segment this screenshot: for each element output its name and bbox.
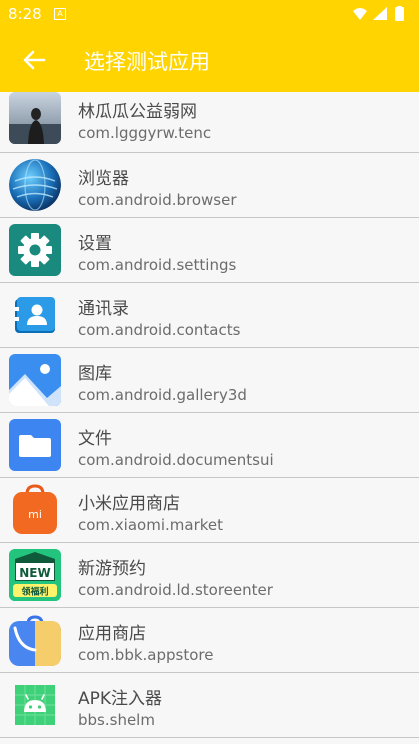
app-name: 浏览器 [78,169,129,189]
app-list-item[interactable]: 通讯录 com.android.contacts [0,283,419,348]
browser-globe-icon [9,159,61,211]
mi-bag-icon: mi [9,484,61,536]
folder-icon [9,419,61,471]
new-badge-icon: NEW 领福利 [9,549,61,601]
app-package: com.bbk.appstore [78,646,214,664]
app-list-item[interactable]: NEW 领福利 新游预约 com.android.ld.storeenter [0,543,419,608]
app-package: com.lgggyrw.tenc [78,124,212,142]
app-name: 小米应用商店 [78,494,180,514]
app-name: 通讯录 [78,299,129,319]
app-bar: 选择测试应用 [0,28,419,92]
app-name: 图库 [78,364,112,384]
photo-icon [9,92,61,144]
new-badge-text: NEW [19,566,50,580]
notification-a-icon: A [54,8,66,20]
app-package: com.xiaomi.market [78,516,223,534]
gallery-icon [9,354,61,406]
back-arrow-icon[interactable] [20,46,48,74]
app-package: com.android.documentsui [78,451,274,469]
appstore-bag-icon [9,614,61,666]
app-list-item[interactable]: APK注入器 bbs.shelm [0,673,419,738]
app-list-item[interactable]: 应用商店 com.bbk.appstore [0,608,419,673]
contacts-icon [9,289,61,341]
new-badge-subtext: 领福利 [21,586,48,598]
app-package: bbs.shelm [78,711,155,729]
app-package: com.android.browser [78,191,237,209]
page-title: 选择测试应用 [84,50,210,74]
mi-logo-text: mi [28,508,42,521]
app-name: 林瓜瓜公益弱网 [78,102,197,122]
app-list-item[interactable]: 设置 com.android.settings [0,218,419,283]
app-list-item[interactable]: 文件 com.android.documentsui [0,413,419,478]
battery-icon [395,7,404,21]
signal-icon [373,7,387,20]
app-package: com.android.ld.storeenter [78,581,273,599]
android-icon [9,679,61,731]
status-time: 8:28 [8,5,42,23]
app-name: APK注入器 [78,689,163,709]
system-status-icons [353,6,404,21]
app-list[interactable]: 林瓜瓜公益弱网 com.lgggyrw.tenc 浏览器 com.android… [0,92,419,744]
app-list-item[interactable]: 浏览器 com.android.browser [0,153,419,218]
app-package: com.android.settings [78,256,237,274]
app-list-item[interactable]: 图库 com.android.gallery3d [0,348,419,413]
gear-icon [9,224,61,276]
app-name: 设置 [78,234,112,254]
app-list-item[interactable]: mi 小米应用商店 com.xiaomi.market [0,478,419,543]
status-bar: 8:28 A [0,0,419,28]
app-list-item[interactable]: 林瓜瓜公益弱网 com.lgggyrw.tenc [0,92,419,153]
app-name: 新游预约 [78,559,146,579]
wifi-icon [353,8,367,20]
app-package: com.android.contacts [78,321,241,339]
app-name: 应用商店 [78,624,146,644]
app-name: 文件 [78,429,112,449]
app-package: com.android.gallery3d [78,386,247,404]
